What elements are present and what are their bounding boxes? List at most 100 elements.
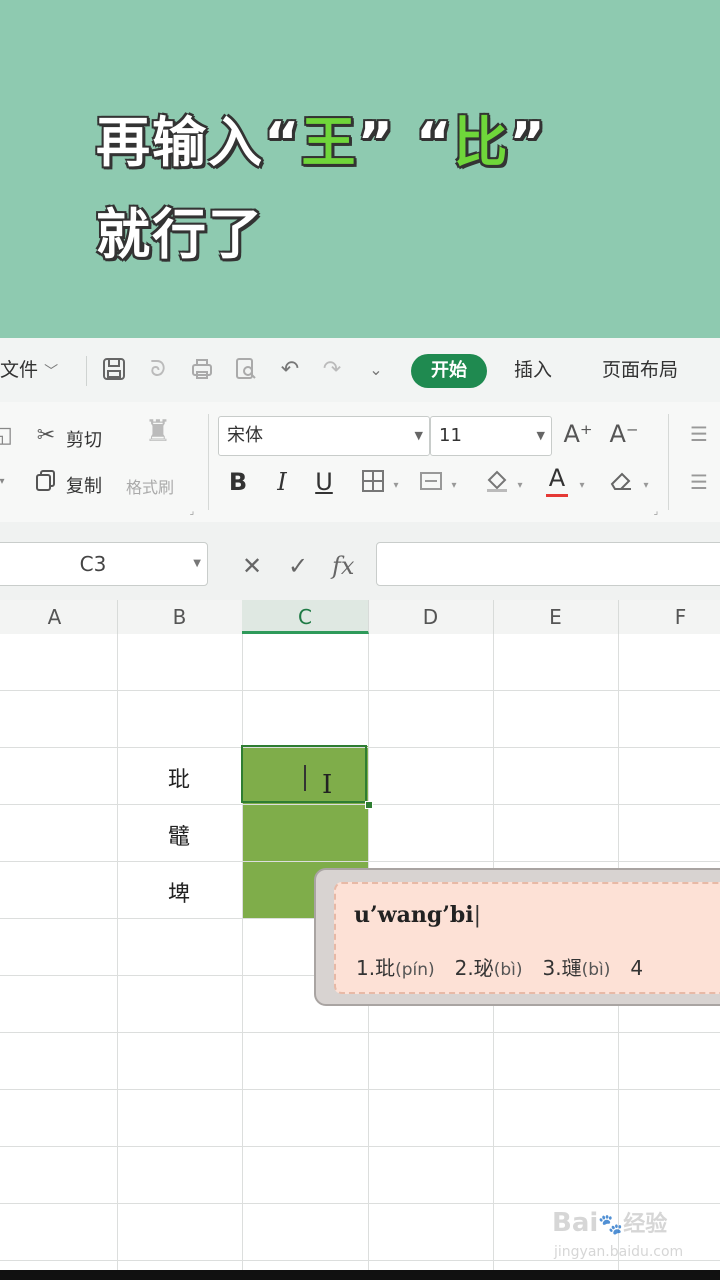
scissors-icon[interactable]: ✂ (32, 422, 60, 450)
shrink-font-button[interactable]: A⁻ (606, 420, 642, 448)
formula-input[interactable] (376, 542, 720, 586)
tab-insert[interactable]: 插入 (514, 338, 552, 402)
column-header-a[interactable]: A (0, 600, 118, 634)
toolbar-divider (86, 356, 87, 386)
ime-candidate-window: u’wang’bi| 1.玭(pín) 2.珌(bì) 3.璭(bì) 4 (314, 868, 720, 1006)
ribbon-home: ◱ ▾ ✂ 剪切 复制 ♜ 格式刷 ⌟ 宋体 ▼ 11 ▼ A⁺ A⁻ B I … (0, 402, 720, 523)
ime-candidate[interactable]: 2.珌(bì) (455, 956, 523, 980)
italic-button[interactable]: I (268, 468, 296, 496)
file-menu-label: 文件 (0, 359, 39, 381)
font-size-select[interactable]: 11 ▼ (430, 416, 552, 456)
paste-icon[interactable]: ◱ (0, 422, 13, 450)
font-name-select[interactable]: 宋体 ▼ (218, 416, 430, 456)
name-box[interactable]: C3 ▼ (0, 542, 208, 586)
column-header-e[interactable]: E (493, 600, 619, 634)
caption-line-2: 就行了 (96, 203, 264, 266)
font-size-value: 11 (439, 425, 462, 446)
grid-line (0, 1032, 720, 1033)
cut-button[interactable]: 剪切 (66, 426, 102, 452)
video-frame-edge (0, 1270, 720, 1280)
caption-quote-close-2: ” (509, 111, 547, 174)
watermark-brand: Bai (552, 1208, 599, 1238)
candidate-index: 3. (542, 956, 562, 980)
grid-line (0, 804, 720, 805)
paste-dropdown-icon[interactable]: ▾ (0, 468, 10, 496)
text-caret (304, 765, 306, 791)
redo-icon[interactable]: ↷ (318, 356, 346, 384)
bold-button[interactable]: B (224, 468, 252, 496)
ime-candidate-list: 1.玭(pín) 2.珌(bì) 3.璭(bì) 4 (356, 952, 643, 981)
caption-quote-open-1: “ (264, 111, 302, 174)
chevron-down-icon: ﹀ (44, 364, 59, 380)
ime-caret: | (473, 903, 482, 928)
font-color-swatch (546, 494, 568, 497)
align-left-icon[interactable]: ☰ (684, 468, 714, 496)
caption-line-1: 再输入“王” “比” (96, 98, 547, 177)
caption-quote-close-1: ” (357, 111, 395, 174)
merge-cells-icon[interactable] (416, 468, 446, 502)
formula-bar: C3 ▼ ✕ ✓ fx (0, 522, 720, 600)
tab-page-layout[interactable]: 页面布局 (602, 338, 678, 402)
quick-access-toolbar: 文件 ﹀ ᘐ ↶ ↷ ⌄ 开始 插入 页面布局 (0, 338, 720, 403)
ime-panel: u’wang’bi| 1.玭(pín) 2.珌(bì) 3.璭(bì) 4 (334, 882, 720, 994)
confirm-edit-button[interactable]: ✓ (288, 552, 308, 580)
copy-icon[interactable] (32, 468, 60, 500)
candidate-char: 璭 (561, 956, 582, 980)
column-header-f[interactable]: F (618, 600, 720, 634)
cell-b3[interactable]: 玭 (117, 762, 241, 794)
insert-function-button[interactable]: fx (332, 552, 354, 580)
file-menu[interactable]: 文件 ﹀ (0, 338, 58, 402)
save-icon[interactable] (100, 356, 128, 384)
font-color-dropdown-icon[interactable]: ▾ (576, 472, 588, 500)
candidate-char: 玭 (375, 956, 396, 980)
candidate-pinyin: (bì) (581, 960, 611, 980)
cancel-edit-button[interactable]: ✕ (242, 552, 262, 580)
tab-home[interactable]: 开始 (411, 354, 487, 388)
print-preview-icon[interactable] (232, 356, 260, 384)
customize-toolbar-icon[interactable]: ⌄ (362, 356, 390, 384)
fill-color-icon[interactable] (482, 466, 512, 502)
merge-dropdown-icon[interactable]: ▾ (448, 472, 460, 500)
clear-format-icon[interactable] (606, 466, 636, 502)
ime-candidate[interactable]: 1.玭(pín) (356, 956, 435, 980)
cell-b5[interactable]: 埤 (117, 876, 241, 908)
cell-b4[interactable]: 鼊 (117, 819, 241, 851)
ime-candidate[interactable]: 3.璭(bì) (543, 956, 611, 980)
column-header-b[interactable]: B (117, 600, 243, 634)
ribbon-divider (668, 414, 669, 510)
print-icon[interactable] (188, 356, 216, 384)
column-header-d[interactable]: D (368, 600, 494, 634)
name-box-value: C3 (79, 552, 107, 576)
chevron-down-icon: ▼ (193, 558, 201, 569)
screen: 再输入“王” “比” 就行了 文件 ﹀ ᘐ ↶ ↷ ⌄ 开始 插入 页面布局 ◱… (0, 0, 720, 1280)
ime-candidate[interactable]: 4 (630, 956, 643, 980)
column-headers: A B C D E F (0, 600, 720, 635)
clear-format-dropdown-icon[interactable]: ▾ (640, 472, 652, 500)
copy-button[interactable]: 复制 (66, 472, 102, 498)
grid-line (0, 861, 720, 862)
font-name-value: 宋体 (227, 425, 263, 446)
format-painter-icon[interactable]: ♜ (140, 417, 176, 447)
align-top-icon[interactable]: ☰ (684, 420, 714, 448)
caption-quote-open-2: “ (415, 111, 454, 174)
format-painter-button[interactable]: 格式刷 (126, 474, 174, 498)
export-pdf-icon[interactable]: ᘐ (144, 356, 172, 384)
grid-line (0, 1260, 720, 1261)
fill-color-dropdown-icon[interactable]: ▾ (514, 472, 526, 500)
ibeam-cursor-icon: I (322, 770, 333, 800)
column-header-c[interactable]: C (242, 600, 369, 634)
undo-icon[interactable]: ↶ (276, 356, 304, 384)
fill-handle[interactable] (365, 801, 373, 809)
font-color-icon[interactable]: A (542, 464, 572, 497)
borders-dropdown-icon[interactable]: ▾ (390, 472, 402, 500)
underline-button[interactable]: U (310, 468, 338, 496)
grow-font-button[interactable]: A⁺ (560, 420, 596, 448)
paw-icon: 🐾 (598, 1212, 624, 1236)
grid-line (0, 1203, 720, 1204)
candidate-pinyin: (bì) (493, 960, 523, 980)
grid-line (0, 1089, 720, 1090)
ime-composition: u’wang’bi| (354, 902, 481, 928)
caption-prefix: 再输入 (96, 111, 264, 174)
borders-icon[interactable] (358, 468, 388, 502)
grid-line (117, 634, 118, 1280)
